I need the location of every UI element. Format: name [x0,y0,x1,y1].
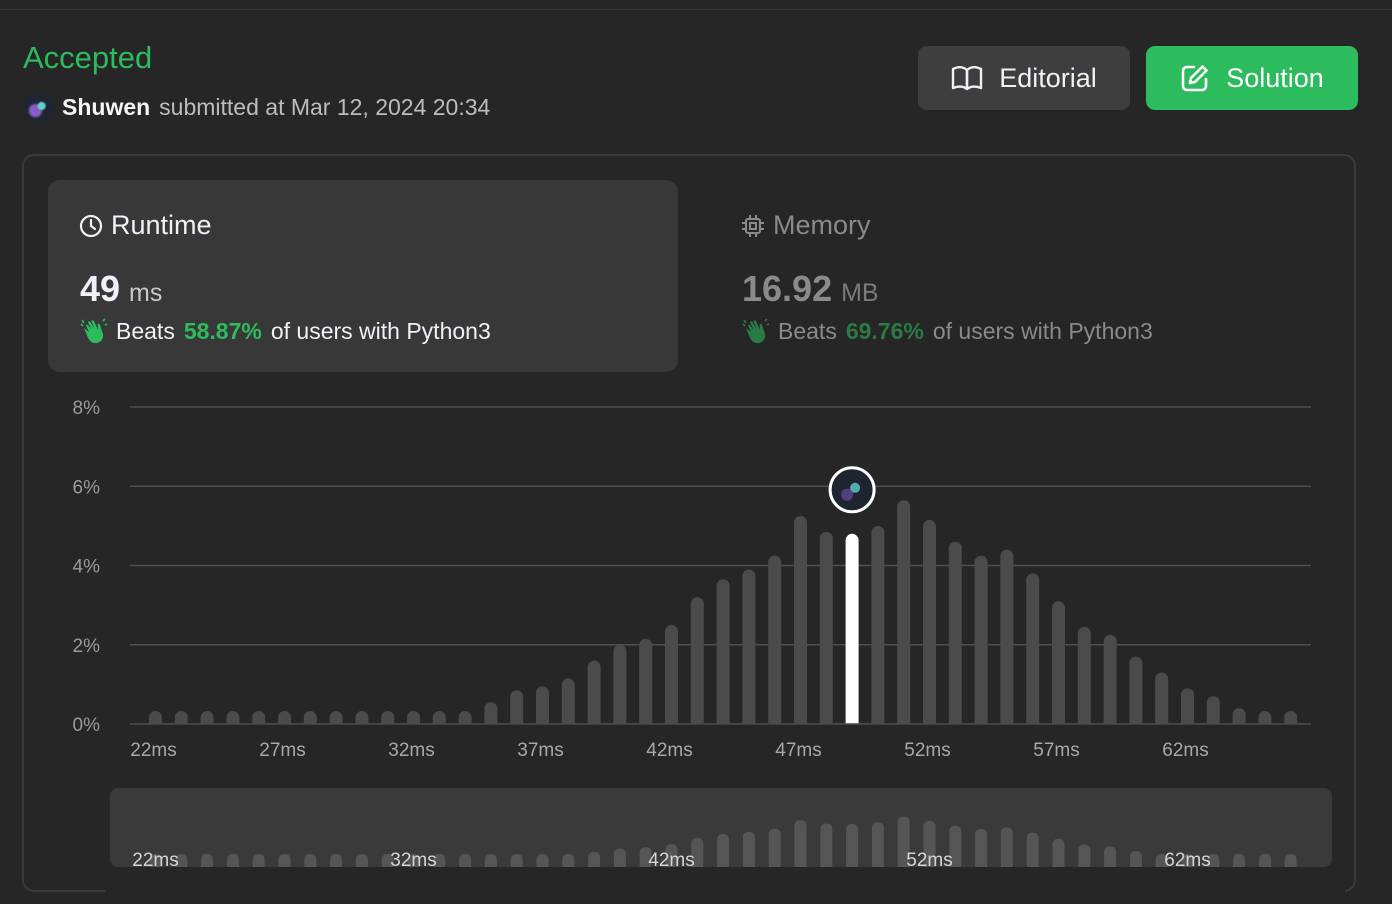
y-tick-label: 8% [73,398,101,419]
navigator-bar [794,820,807,872]
distribution-bar [1026,573,1040,730]
navigator-bar [871,822,884,872]
distribution-bar [690,597,704,730]
navigator-bar [975,828,988,872]
distribution-bar [742,569,756,730]
distribution-bar [948,541,962,730]
distribution-bar [613,644,627,730]
distribution-bar [1155,672,1169,730]
distribution-bar [561,678,575,730]
navigator-tick-label: 32ms [390,850,436,871]
distribution-bar [871,525,885,730]
highlight-bar [845,533,859,730]
distribution-bar [768,555,782,730]
navigator-tick-label: 52ms [906,850,952,871]
distribution-bar [1000,549,1014,730]
navigator-tick-label: 22ms [132,850,178,871]
distribution-bar [794,515,807,730]
distribution-bar [716,579,730,730]
distribution-bar [923,519,936,730]
y-tick-label: 4% [73,557,101,578]
baseline-mask [120,724,1320,735]
navigator-bar [1026,832,1039,872]
x-tick-label: 62ms [1162,740,1208,761]
distribution-bar [587,660,601,730]
x-tick-label: 22ms [130,740,176,761]
distribution-bar [1129,656,1143,730]
distribution-bar [974,555,988,730]
runtime-distribution-chart: 0% 2% 4% 6% 8% 22ms 27ms 32ms 37ms 42ms 47ms 52ms 57… [73,398,1345,904]
distribution-bar [665,624,678,730]
x-tick-label: 42ms [646,740,692,761]
x-tick-label: 57ms [1033,740,1079,761]
y-tick-label: 0% [73,715,101,736]
y-tick-label: 2% [73,636,101,657]
x-tick-label: 32ms [388,740,434,761]
navigator-bar [717,834,730,872]
distribution-bar [1077,626,1091,730]
distribution-bar [897,500,911,730]
x-tick-label: 52ms [904,740,950,761]
navigator-tick-label: 42ms [648,850,694,871]
distribution-bar [639,638,653,730]
navigator-bar [768,828,781,872]
distribution-bar [819,531,833,730]
navigator-bar [742,831,755,872]
navigator-bar [1000,827,1013,872]
avatar-marker-detail [841,488,854,501]
x-tick-label: 27ms [259,740,305,761]
navigator-tick-label: 62ms [1164,850,1210,871]
range-navigator[interactable]: 22ms 32ms 42ms 52ms 62ms [105,788,1345,904]
navigator-bar [820,823,833,872]
navigator-bar [846,824,859,872]
distribution-bar [1103,634,1117,730]
distribution-bar [1052,601,1065,730]
y-tick-label: 6% [73,477,101,498]
x-tick-label: 37ms [517,740,563,761]
navigator-mask [105,867,1345,904]
x-tick-label: 47ms [775,740,821,761]
